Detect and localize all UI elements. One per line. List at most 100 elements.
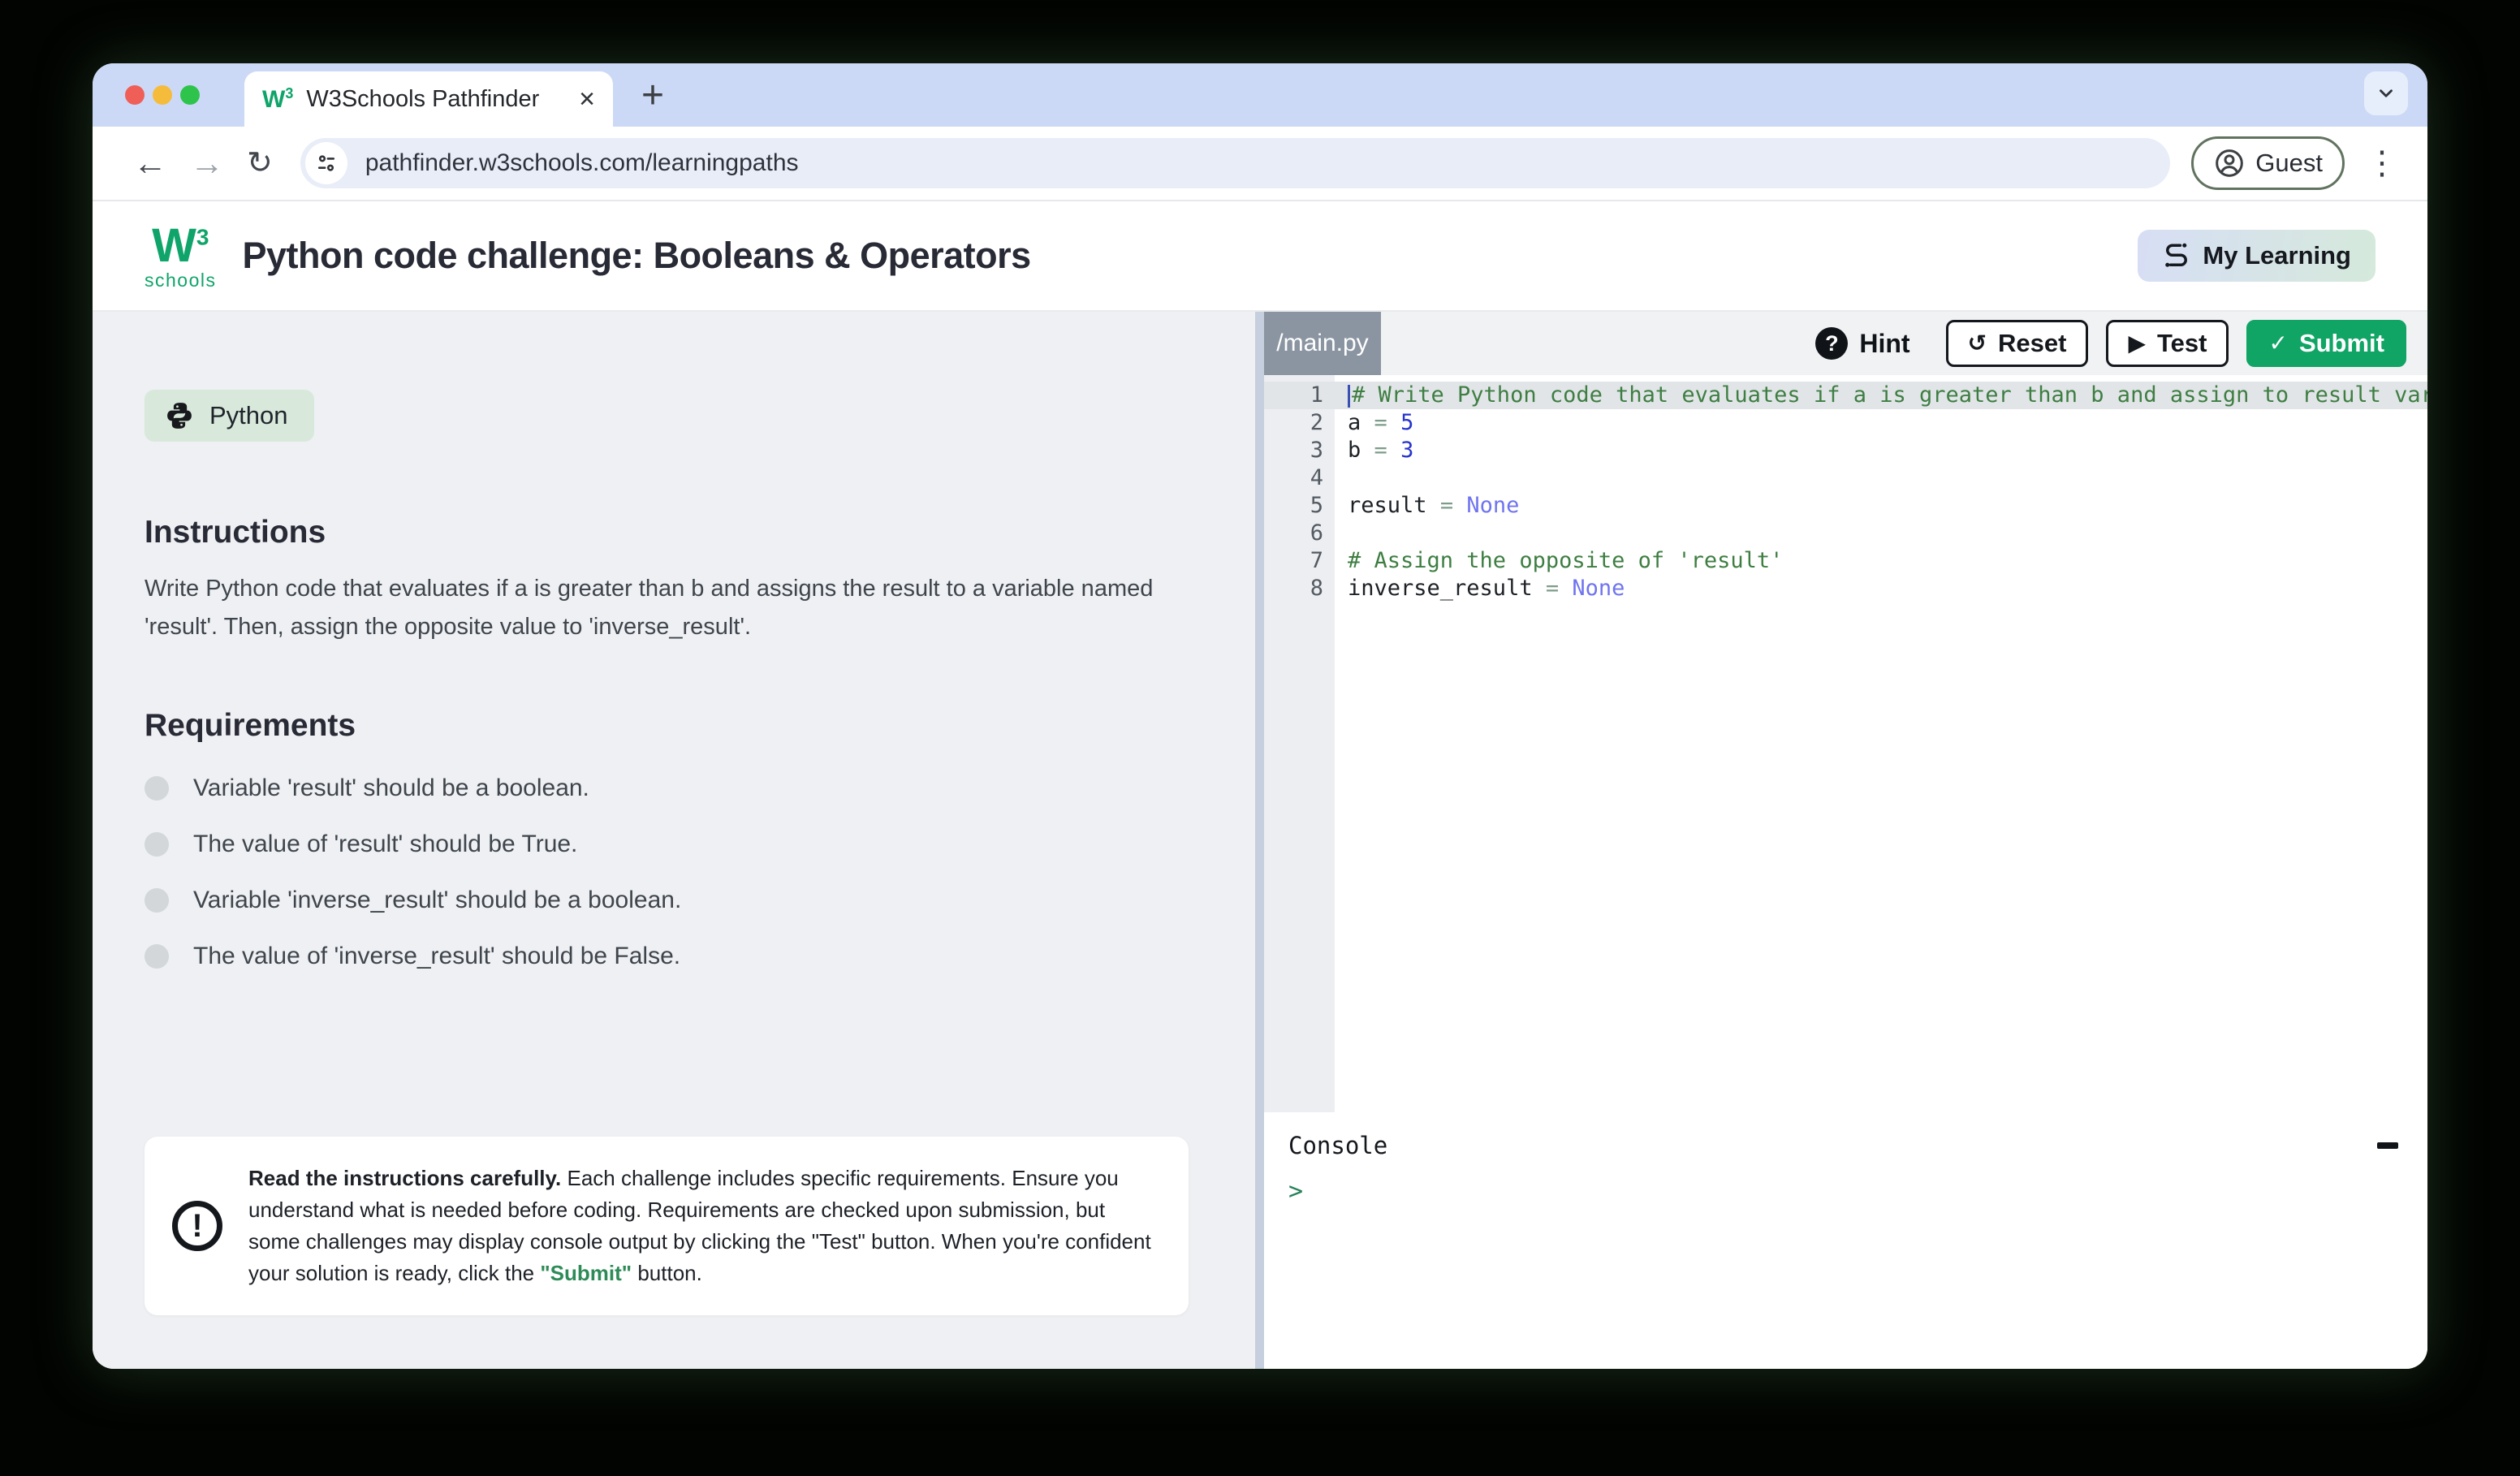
code-line-text: result = None	[1335, 492, 1519, 520]
tab-title: W3Schools Pathfinder	[306, 86, 539, 113]
code-line-text: a = 5	[1335, 409, 1413, 437]
editor-toolbar: /main.py ? Hint ↺ Reset ▶ Test ✓ Submit	[1264, 312, 2427, 375]
code-line-text: # Assign the opposite of 'result'	[1335, 547, 1783, 575]
submit-label: Submit	[2299, 329, 2384, 358]
line-number: 1	[1264, 382, 1335, 409]
test-label: Test	[2157, 329, 2207, 358]
code-line-text	[1335, 464, 1348, 492]
browser-menu-button[interactable]: ⋮	[2366, 145, 2398, 182]
play-icon: ▶	[2128, 332, 2146, 355]
learning-path-icon	[2162, 241, 2191, 270]
instructions-text: Write Python code that evaluates if a is…	[145, 570, 1200, 646]
hint-label: Hint	[1859, 329, 1909, 359]
chevron-down-icon	[2375, 83, 2397, 104]
address-bar[interactable]: pathfinder.w3schools.com/learningpaths	[300, 138, 2170, 188]
requirement-label: The value of 'result' should be True.	[193, 831, 577, 858]
guest-profile-button[interactable]: Guest	[2191, 136, 2345, 190]
my-learning-label: My Learning	[2203, 241, 2351, 270]
close-tab-icon[interactable]: ×	[579, 85, 595, 113]
line-number: 6	[1264, 520, 1335, 547]
requirement-status-circle-icon	[145, 832, 169, 857]
console-label: Console	[1288, 1132, 1387, 1159]
line-number: 2	[1264, 409, 1335, 437]
code-line[interactable]: 1# Write Python code that evaluates if a…	[1264, 382, 2427, 409]
code-editor[interactable]: 1# Write Python code that evaluates if a…	[1264, 375, 2427, 1112]
requirement-label: Variable 'inverse_result' should be a bo…	[193, 887, 681, 914]
main-content: Python Instructions Write Python code th…	[93, 312, 2427, 1369]
line-number: 5	[1264, 492, 1335, 520]
reset-arrow-icon: ↺	[1968, 332, 1987, 355]
code-line[interactable]: 2a = 5	[1264, 409, 2427, 437]
page-header: W3 schools Python code challenge: Boolea…	[93, 201, 2427, 312]
tab-search-button[interactable]	[2364, 71, 2408, 115]
file-tab[interactable]: /main.py	[1264, 312, 1381, 375]
panel-resizer[interactable]	[1255, 312, 1264, 1369]
text-cursor	[1348, 385, 1350, 408]
guest-label: Guest	[2255, 149, 2323, 178]
browser-tab[interactable]: W3 W3Schools Pathfinder ×	[244, 71, 613, 127]
line-number: 8	[1264, 575, 1335, 602]
requirement-label: Variable 'result' should be a boolean.	[193, 775, 589, 802]
w3schools-favicon-icon: W3	[262, 86, 293, 112]
info-note-text: Read the instructions carefully. Each ch…	[248, 1163, 1153, 1289]
page-title: Python code challenge: Booleans & Operat…	[242, 235, 1030, 277]
requirements-heading: Requirements	[145, 708, 1255, 744]
requirement-item: Variable 'result' should be a boolean.	[145, 775, 1255, 802]
new-tab-button[interactable]: +	[641, 73, 664, 118]
editor-panel: /main.py ? Hint ↺ Reset ▶ Test ✓ Submit	[1264, 312, 2427, 1369]
requirement-status-circle-icon	[145, 888, 169, 913]
reset-button[interactable]: ↺ Reset	[1946, 320, 2089, 367]
question-circle-icon: ?	[1815, 327, 1848, 360]
language-badge: Python	[145, 390, 314, 442]
code-line-text	[1335, 520, 1348, 547]
exclamation-circle-icon: !	[172, 1201, 222, 1251]
browser-window: W3 W3Schools Pathfinder × + ← → ↻ pathfi…	[93, 63, 2427, 1369]
code-line-text: inverse_result = None	[1335, 575, 1625, 602]
check-icon: ✓	[2268, 332, 2287, 355]
reload-button[interactable]: ↻	[247, 148, 273, 179]
console-prompt: >	[1288, 1177, 2403, 1206]
code-line[interactable]: 6	[1264, 520, 2427, 547]
person-circle-icon	[2213, 147, 2246, 179]
submit-button[interactable]: ✓ Submit	[2246, 320, 2406, 367]
code-line-text: b = 3	[1335, 437, 1413, 464]
requirement-label: The value of 'inverse_result' should be …	[193, 943, 680, 970]
requirement-status-circle-icon	[145, 944, 169, 969]
code-line[interactable]: 4	[1264, 464, 2427, 492]
code-line-text: # Write Python code that evaluates if a …	[1335, 382, 2427, 409]
python-icon	[164, 400, 195, 431]
tab-strip: W3 W3Schools Pathfinder × +	[93, 63, 2427, 127]
reset-label: Reset	[1998, 329, 2066, 358]
forward-button[interactable]: →	[190, 146, 224, 180]
minimize-window-button[interactable]	[153, 85, 172, 105]
tune-icon	[314, 151, 339, 175]
info-note: ! Read the instructions carefully. Each …	[145, 1137, 1189, 1315]
code-line[interactable]: 7# Assign the opposite of 'result'	[1264, 547, 2427, 575]
hint-button[interactable]: ? Hint	[1815, 327, 1909, 360]
requirement-item: The value of 'result' should be True.	[145, 831, 1255, 858]
code-line[interactable]: 3b = 3	[1264, 437, 2427, 464]
requirement-status-circle-icon	[145, 776, 169, 801]
instructions-heading: Instructions	[145, 515, 1255, 550]
browser-toolbar: ← → ↻ pathfinder.w3schools.com/learningp…	[93, 127, 2427, 201]
close-window-button[interactable]	[125, 85, 145, 105]
code-line[interactable]: 5result = None	[1264, 492, 2427, 520]
requirements-list: Variable 'result' should be a boolean. Th…	[145, 775, 1255, 970]
url-text: pathfinder.w3schools.com/learningpaths	[365, 149, 799, 177]
code-line[interactable]: 8inverse_result = None	[1264, 575, 2427, 602]
line-number: 7	[1264, 547, 1335, 575]
collapse-console-button[interactable]	[2377, 1142, 2398, 1149]
maximize-window-button[interactable]	[180, 85, 200, 105]
requirement-item: Variable 'inverse_result' should be a bo…	[145, 887, 1255, 914]
w3schools-logo[interactable]: W3 schools	[145, 222, 216, 290]
site-settings-button[interactable]	[305, 142, 347, 184]
requirement-item: The value of 'inverse_result' should be …	[145, 943, 1255, 970]
console-panel: Console >	[1264, 1112, 2427, 1369]
line-number: 3	[1264, 437, 1335, 464]
language-badge-label: Python	[209, 401, 288, 430]
my-learning-button[interactable]: My Learning	[2138, 230, 2375, 282]
test-button[interactable]: ▶ Test	[2106, 320, 2229, 367]
line-number: 4	[1264, 464, 1335, 492]
challenge-panel: Python Instructions Write Python code th…	[93, 312, 1255, 1369]
back-button[interactable]: ←	[133, 146, 167, 180]
